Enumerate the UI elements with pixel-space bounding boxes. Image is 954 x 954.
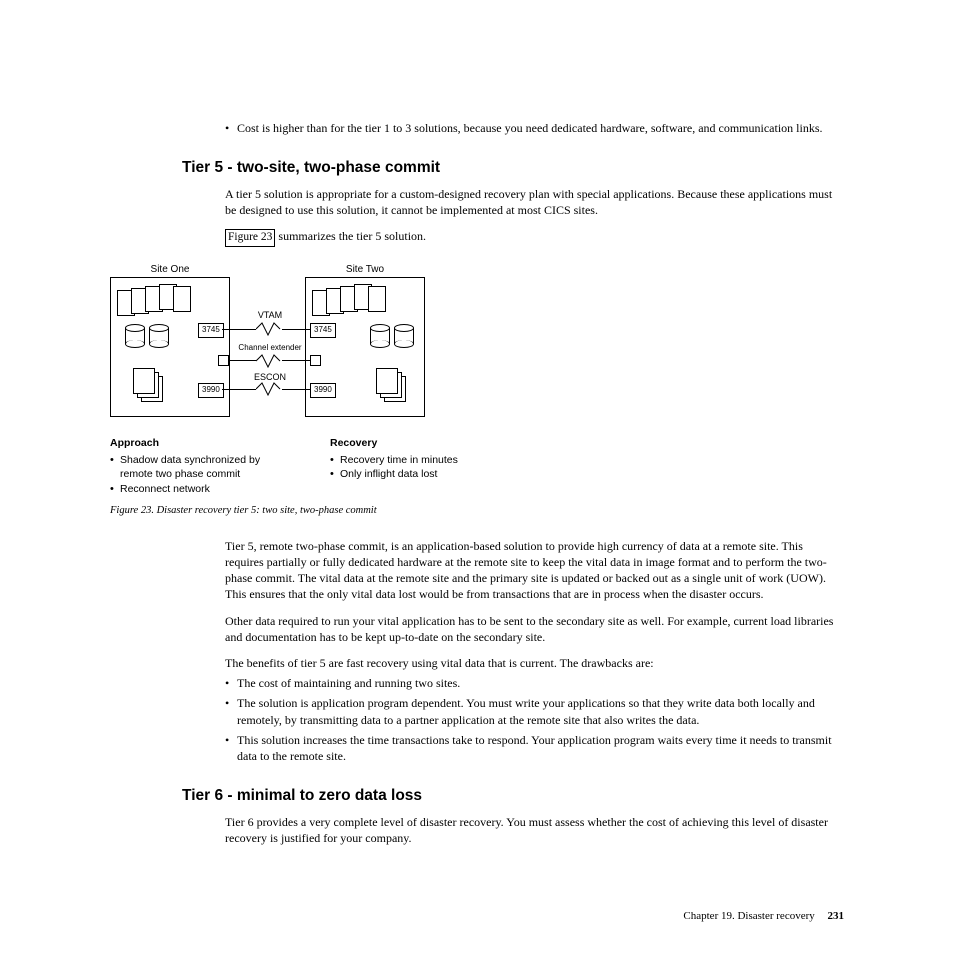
bullet-icon: • (225, 120, 237, 136)
list-item: Shadow data synchronized by remote two p… (110, 453, 290, 481)
list-item: • The cost of maintaining and running tw… (225, 675, 844, 691)
list-item: • This solution increases the time trans… (225, 732, 844, 764)
document-page: • Cost is higher than for the tier 1 to … (0, 0, 954, 886)
server-rack-icon (117, 284, 202, 316)
diagram-columns: Approach Shadow data synchronized by rem… (110, 436, 844, 496)
page-number: 231 (828, 910, 845, 922)
cylinder-icon (394, 324, 414, 348)
cylinder-icon (370, 324, 390, 348)
list-item: • The solution is application program de… (225, 695, 844, 727)
figure-caption: Figure 23. Disaster recovery tier 5: two… (110, 504, 844, 518)
tier5-body: A tier 5 solution is appropriate for a c… (225, 186, 844, 247)
tier5-intro: A tier 5 solution is appropriate for a c… (225, 186, 844, 218)
tier6-heading: Tier 6 - minimal to zero data loss (182, 786, 844, 807)
bullet-text: The cost of maintaining and running two … (237, 675, 844, 691)
cylinder-icon (125, 324, 145, 348)
top-bullet-block: • Cost is higher than for the tier 1 to … (225, 120, 844, 136)
approach-head: Approach (110, 436, 290, 450)
bullet-text: Cost is higher than for the tier 1 to 3 … (237, 120, 844, 136)
node-3745-right: 3745 (310, 323, 336, 338)
site-two-label: Site Two (305, 263, 425, 277)
zigzag-icon (256, 353, 282, 369)
list-item: Recovery time in minutes (330, 453, 458, 467)
bullet-text: This solution increases the time transac… (237, 732, 844, 764)
recovery-head: Recovery (330, 436, 458, 450)
bullet-icon: • (225, 732, 237, 764)
node-3745-left: 3745 (198, 323, 224, 338)
tier5-para2: Other data required to run your vital ap… (225, 613, 844, 645)
cylinder-icon (149, 324, 169, 348)
bullet-text: The solution is application program depe… (237, 695, 844, 727)
list-item: Reconnect network (110, 482, 290, 496)
figure-23-diagram: Site One Site Two (110, 263, 844, 428)
tier5-continued: Tier 5, remote two-phase commit, is an a… (225, 538, 844, 764)
tier5-para3: The benefits of tier 5 are fast recovery… (225, 655, 844, 671)
node-3990-right: 3990 (310, 383, 336, 398)
approach-col: Approach Shadow data synchronized by rem… (110, 436, 290, 496)
node-3990-left: 3990 (198, 383, 224, 398)
tier6-body: Tier 6 provides a very complete level of… (225, 814, 844, 846)
tier6-para: Tier 6 provides a very complete level of… (225, 814, 844, 846)
tier5-heading: Tier 5 - two-site, two-phase commit (182, 158, 844, 179)
list-item: • Cost is higher than for the tier 1 to … (225, 120, 844, 136)
list-item: Only inflight data lost (330, 467, 458, 481)
figref-after: summarizes the tier 5 solution. (275, 229, 426, 243)
zigzag-icon (256, 321, 282, 337)
chapter-label: Chapter 19. Disaster recovery (683, 910, 814, 922)
vtam-label: VTAM (230, 309, 310, 321)
bullet-icon: • (225, 675, 237, 691)
mini-square-right (310, 355, 321, 366)
tier5-para1: Tier 5, remote two-phase commit, is an a… (225, 538, 844, 603)
tier5-figref-line: Figure 23 summarizes the tier 5 solution… (225, 228, 844, 247)
figure-link[interactable]: Figure 23 (225, 229, 275, 247)
server-rack-icon (312, 284, 397, 316)
recovery-col: Recovery Recovery time in minutes Only i… (330, 436, 458, 496)
bullet-icon: • (225, 695, 237, 727)
zigzag-icon (256, 381, 282, 397)
page-footer: Chapter 19. Disaster recovery 231 (683, 909, 844, 924)
site-one-label: Site One (110, 263, 230, 277)
